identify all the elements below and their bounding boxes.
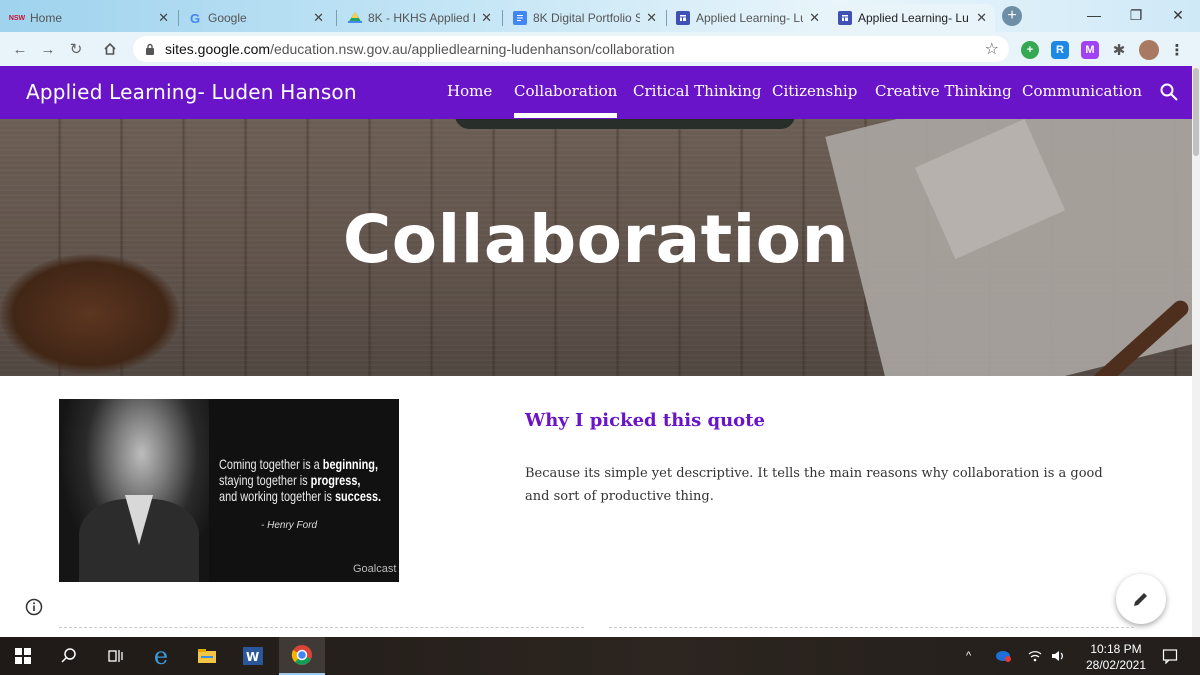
browser-tab-google[interactable]: G Google ✕: [180, 4, 332, 32]
section-heading: Why I picked this quote: [525, 410, 765, 431]
google-favicon-icon: G: [189, 10, 201, 26]
browser-tab-home[interactable]: NSW Home ✕: [2, 4, 177, 32]
word-icon[interactable]: W: [230, 637, 276, 675]
quote-image[interactable]: Coming together is a beginning, staying …: [59, 399, 399, 582]
google-sites-icon: [838, 11, 852, 25]
windows-taskbar: e W ^ 10:18 PM 28/02/2021: [0, 637, 1200, 675]
edit-button[interactable]: [1116, 574, 1166, 624]
extension-badge-icon[interactable]: M: [1081, 41, 1099, 59]
extension-translate-icon[interactable]: R: [1051, 41, 1069, 59]
address-bar[interactable]: sites.google.com/education.nsw.gov.au/ap…: [133, 36, 1009, 62]
quote-text: Coming together is a beginning, staying …: [219, 456, 382, 504]
lock-icon: [146, 43, 154, 55]
browser-tab-sites-active[interactable]: Applied Learning- Lu ✕: [830, 4, 995, 32]
reload-button[interactable]: ↻: [66, 39, 86, 59]
home-icon: [104, 42, 116, 55]
browser-menu-icon[interactable]: ⋮: [1168, 41, 1186, 59]
tab-title: 8K - HKHS Applied L: [368, 11, 476, 25]
windows-start-button[interactable]: [0, 637, 46, 675]
extension-add-icon[interactable]: +: [1021, 41, 1039, 59]
browser-tab-sites[interactable]: Applied Learning- Lu ✕: [668, 4, 828, 32]
clock-date: 28/02/2021: [1085, 658, 1147, 672]
tab-title: 8K Digital Portfolio S: [533, 11, 641, 25]
bookmark-star-icon[interactable]: ☆: [985, 39, 999, 59]
tab-title: Google: [208, 11, 247, 25]
hero-banner: Collaboration: [0, 119, 1192, 376]
system-clock[interactable]: 10:18 PM 28/02/2021: [1076, 641, 1156, 673]
tab-separator: [666, 10, 667, 26]
close-tab-icon[interactable]: ✕: [313, 10, 324, 26]
clock-time: 10:18 PM: [1090, 642, 1142, 656]
close-window-button[interactable]: ✕: [1160, 0, 1196, 30]
task-view-icon: [108, 650, 123, 662]
new-tab-button[interactable]: +: [1002, 6, 1022, 26]
close-tab-icon[interactable]: ✕: [646, 10, 657, 26]
search-icon: [61, 648, 76, 663]
nsw-favicon-icon: NSW: [8, 14, 26, 22]
tab-separator: [178, 10, 179, 26]
extensions-puzzle-icon[interactable]: ✱: [1110, 41, 1128, 59]
info-icon[interactable]: [25, 598, 43, 616]
page-scrollbar[interactable]: [1192, 66, 1200, 637]
back-button[interactable]: ←: [10, 39, 30, 59]
close-tab-icon[interactable]: ✕: [158, 10, 169, 26]
google-docs-icon: [513, 11, 527, 25]
page-title: Collaboration: [342, 201, 850, 278]
section-paragraph: Because its simple yet descriptive. It t…: [525, 466, 1103, 504]
restore-window-button[interactable]: ❐: [1118, 0, 1154, 30]
notifications-icon[interactable]: [1162, 637, 1178, 675]
nav-link-communication[interactable]: Communication: [1022, 82, 1142, 100]
task-view-button[interactable]: [92, 637, 138, 675]
nav-link-critical-thinking[interactable]: Critical Thinking: [633, 82, 761, 100]
volume-icon[interactable]: [1051, 637, 1067, 675]
home-button[interactable]: [100, 39, 120, 59]
nav-link-collaboration[interactable]: Collaboration: [514, 82, 618, 118]
nav-link-citizenship[interactable]: Citizenship: [772, 82, 857, 100]
browser-toolbar: ← → ↻ sites.google.com/education.nsw.gov…: [0, 32, 1200, 66]
wifi-icon[interactable]: [1028, 637, 1042, 675]
internet-explorer-icon[interactable]: e: [138, 637, 184, 675]
close-tab-icon[interactable]: ✕: [481, 10, 492, 26]
site-title[interactable]: Applied Learning- Luden Hanson: [26, 80, 357, 104]
profile-avatar[interactable]: [1139, 40, 1159, 60]
tab-title: Home: [30, 11, 63, 25]
svg-text:W: W: [246, 650, 259, 664]
url-path: /education.nsw.gov.au/appliedlearning-lu…: [270, 41, 675, 57]
file-explorer-icon[interactable]: [184, 637, 230, 675]
nav-link-home[interactable]: Home: [447, 82, 492, 100]
minimize-window-button[interactable]: —: [1076, 0, 1112, 30]
tab-separator: [336, 10, 337, 26]
tray-app-icon[interactable]: [996, 637, 1012, 675]
quote-author: - Henry Ford: [261, 520, 318, 531]
tab-separator: [502, 10, 503, 26]
chrome-taskbar-icon[interactable]: [279, 637, 325, 675]
google-drive-icon: [348, 11, 362, 25]
windows-logo-icon: [15, 648, 31, 664]
goalcast-watermark: Goalcast: [353, 563, 397, 575]
search-taskbar-button[interactable]: [46, 637, 92, 675]
close-tab-icon[interactable]: ✕: [976, 10, 987, 26]
content-block-border: [609, 627, 1134, 628]
scrollbar-thumb[interactable]: [1193, 68, 1199, 156]
forward-button[interactable]: →: [38, 39, 58, 59]
tab-title: Applied Learning- Lu: [858, 11, 969, 25]
search-icon[interactable]: [1159, 82, 1179, 102]
browser-tab-docs[interactable]: 8K Digital Portfolio S ✕: [505, 4, 665, 32]
url-domain: sites.google.com: [165, 41, 271, 57]
browser-tab-drive[interactable]: 8K - HKHS Applied L ✕: [340, 4, 500, 32]
show-hidden-icons-chevron-icon[interactable]: ^: [966, 637, 971, 675]
close-tab-icon[interactable]: ✕: [809, 10, 820, 26]
site-header: Applied Learning- Luden Hanson Home Coll…: [0, 66, 1192, 119]
browser-tab-strip: NSW Home ✕ G Google ✕ 8K - HKHS Applied …: [0, 0, 1200, 32]
nav-link-creative-thinking[interactable]: Creative Thinking: [875, 82, 1012, 100]
pencil-icon: [1134, 593, 1147, 606]
content-block-border: [59, 627, 584, 628]
google-sites-icon: [676, 11, 690, 25]
tab-title: Applied Learning- Lu: [696, 11, 804, 25]
